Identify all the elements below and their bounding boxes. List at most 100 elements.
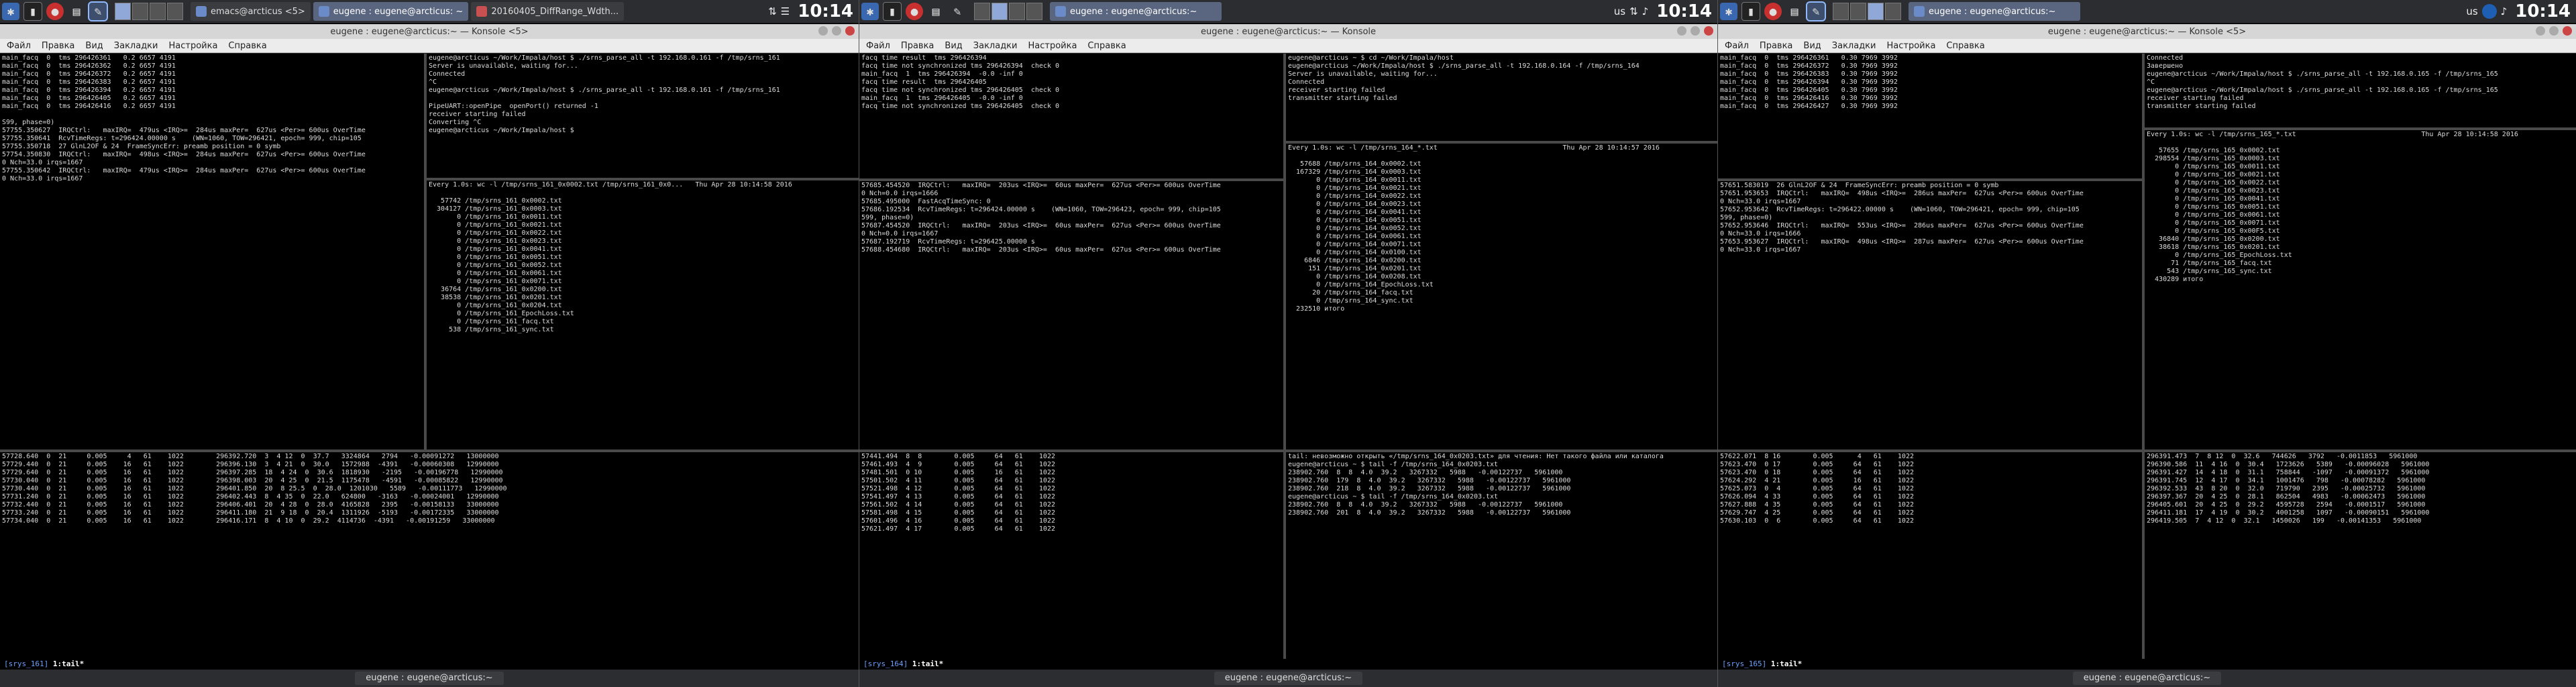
pane-bottom-left[interactable]: 57622.071 8 16 0.005 4 61 1022 57623.470… xyxy=(1718,452,2142,670)
bottom-task-konsole[interactable]: eugene : eugene@arcticus:~ xyxy=(2072,672,2222,685)
window-title: eugene : eugene@arcticus:~ — Konsole <5> xyxy=(2047,26,2247,37)
browser-launcher-icon[interactable]: ● xyxy=(906,3,923,20)
terminal-area[interactable]: main_facq 0 tms 296426361 0.2 6657 4191 … xyxy=(0,54,859,670)
pane-mid-left[interactable]: 57651.583019 26 GlnL2OF & 24 FrameSyncEr… xyxy=(1718,181,2142,450)
keyboard-layout[interactable]: us xyxy=(2466,5,2477,17)
minimize-icon[interactable] xyxy=(818,26,828,36)
task-konsole[interactable]: eugene : eugene@arcticus: ~ xyxy=(313,2,469,21)
clock[interactable]: 10:14 xyxy=(2515,1,2571,21)
desktop-pager[interactable] xyxy=(1832,3,1902,20)
close-icon[interactable] xyxy=(2563,26,2572,36)
bottom-task-konsole[interactable]: eugene : eugene@arcticus:~ xyxy=(355,672,504,685)
system-tray: ⇅ ☰ 10:14 xyxy=(768,1,859,21)
pane-watch-wc[interactable]: Every 1.0s: wc -l /tmp/srns_165_*.txt Th… xyxy=(2145,130,2576,450)
menu-settings[interactable]: Настройка xyxy=(1886,41,1935,51)
menu-help[interactable]: Справка xyxy=(1946,41,1984,51)
task-emacs[interactable]: emacs@arcticus <5> xyxy=(191,2,311,21)
pane-mid-left[interactable]: 57685.454520 IRQCtrl: maxIRQ= 203us <IRQ… xyxy=(859,181,1283,450)
close-icon[interactable] xyxy=(1704,26,1713,36)
menu-help[interactable]: Справка xyxy=(228,41,266,51)
network-icon[interactable]: ⇅ xyxy=(1629,5,1638,17)
desktop-pager[interactable] xyxy=(114,3,184,20)
window-titlebar[interactable]: eugene : eugene@arcticus:~ — Konsole <5> xyxy=(1718,24,2576,39)
window-title: eugene : eugene@arcticus:~ — Konsole xyxy=(1200,26,1377,37)
pane-bottom-left[interactable]: 57441.494 8 8 0.005 64 61 1022 57461.493… xyxy=(859,452,1283,670)
menu-settings[interactable]: Настройка xyxy=(1028,41,1077,51)
files-launcher-icon[interactable]: ▤ xyxy=(68,3,85,20)
pane-top-left[interactable]: main_facq 0 tms 296426361 0.30 7969 3992… xyxy=(1718,54,2142,178)
pane-bottom-right[interactable]: tail: невозможно открыть «/tmp/srns_164_… xyxy=(1286,452,1717,670)
kde-menu-icon[interactable]: ✱ xyxy=(861,3,879,20)
window-tab[interactable]: 1:tail* xyxy=(912,659,943,668)
pane-bottom[interactable]: 57728.640 0 21 0.005 4 61 1022 296392.72… xyxy=(0,452,859,670)
menu-file[interactable]: Файл xyxy=(1725,41,1749,51)
files-launcher-icon[interactable]: ▤ xyxy=(1786,3,1803,20)
task-document[interactable]: 20160405_DiffRange_Wdth... xyxy=(471,2,625,21)
terminal-area[interactable]: main_facq 0 tms 296426361 0.30 7969 3992… xyxy=(1718,54,2576,670)
minimize-icon[interactable] xyxy=(1677,26,1686,36)
pane-top-right[interactable]: eugene@arcticus ~ $ cd ~/Work/Impala/hos… xyxy=(1286,54,1717,141)
menu-edit[interactable]: Правка xyxy=(42,41,74,51)
menu-bar: Файл Правка Вид Закладки Настройка Справ… xyxy=(1718,39,2576,53)
task-konsole[interactable]: eugene : eugene@arcticus:~ xyxy=(1050,2,1222,21)
pane-top-right[interactable]: Connected Завершено eugene@arcticus ~/Wo… xyxy=(2145,54,2576,127)
bottom-task-konsole[interactable]: eugene : eugene@arcticus:~ xyxy=(1214,672,1363,685)
notification-icon[interactable]: ☰ xyxy=(781,5,790,17)
menu-bookmarks[interactable]: Закладки xyxy=(973,41,1018,51)
volume-icon[interactable]: ♪ xyxy=(1642,5,1649,17)
menu-file[interactable]: Файл xyxy=(7,41,31,51)
network-icon[interactable]: ⇅ xyxy=(768,5,777,17)
menu-view[interactable]: Вид xyxy=(945,41,962,51)
terminal-launcher-icon[interactable]: ▮ xyxy=(883,2,902,21)
clock[interactable]: 10:14 xyxy=(1656,1,1712,21)
editor-launcher-icon[interactable]: ✎ xyxy=(88,1,108,21)
window-tab[interactable]: 1:tail* xyxy=(53,659,84,668)
pane-bottom-right[interactable]: 296391.473 7 8 12 0 32.6 744626 3792 -0.… xyxy=(2145,452,2576,670)
task-konsole[interactable]: eugene : eugene@arcticus:~ xyxy=(1909,2,2080,21)
menu-settings[interactable]: Настройка xyxy=(168,41,217,51)
system-tray: us ⇅ ♪ 10:14 xyxy=(1614,1,1717,21)
tmux-status-bar: [srys_161] 1:tail* xyxy=(0,659,859,670)
volume-icon[interactable]: ♪ xyxy=(2501,5,2508,17)
session-name: [srys_164] xyxy=(863,659,908,668)
pane-watch-wc[interactable]: Every 1.0s: wc -l /tmp/srns_161_0x0002.t… xyxy=(427,180,859,450)
keyboard-layout[interactable]: us xyxy=(1614,5,1625,17)
menu-file[interactable]: Файл xyxy=(866,41,890,51)
desktop-pager[interactable] xyxy=(973,3,1043,20)
pane-watch-wc[interactable]: Every 1.0s: wc -l /tmp/srns_164_*.txt Th… xyxy=(1286,144,1717,450)
browser-launcher-icon[interactable]: ● xyxy=(46,3,64,20)
window-titlebar[interactable]: eugene : eugene@arcticus:~ — Konsole xyxy=(859,24,1717,39)
clock[interactable]: 10:14 xyxy=(798,1,853,21)
editor-launcher-icon[interactable]: ✎ xyxy=(949,3,966,20)
menu-view[interactable]: Вид xyxy=(85,41,103,51)
maximize-icon[interactable] xyxy=(1690,26,1700,36)
terminal-area[interactable]: facq time result tms 296426394 facq time… xyxy=(859,54,1717,670)
minimize-icon[interactable] xyxy=(2536,26,2545,36)
konsole-window: eugene : eugene@arcticus:~ — Konsole <5>… xyxy=(1718,24,2576,670)
menu-bookmarks[interactable]: Закладки xyxy=(114,41,158,51)
editor-launcher-icon[interactable]: ✎ xyxy=(1806,1,1826,21)
top-panel: ✱ ▮ ● ▤ ✎ emacs@arcticus <5> eugene : eu… xyxy=(0,0,859,23)
pane-top-left[interactable]: facq time result tms 296426394 facq time… xyxy=(859,54,1283,178)
bottom-taskbar: eugene : eugene@arcticus:~ xyxy=(0,670,859,687)
pane-top-right[interactable]: eugene@arcticus ~/Work/Impala/host $ ./s… xyxy=(427,54,859,178)
files-launcher-icon[interactable]: ▤ xyxy=(927,3,945,20)
maximize-icon[interactable] xyxy=(832,26,841,36)
menu-edit[interactable]: Правка xyxy=(1760,41,1792,51)
emacs-icon xyxy=(196,6,207,17)
pane-top-left[interactable]: main_facq 0 tms 296426361 0.2 6657 4191 … xyxy=(0,54,424,450)
menu-view[interactable]: Вид xyxy=(1803,41,1821,51)
menu-edit[interactable]: Правка xyxy=(901,41,934,51)
window-tab[interactable]: 1:tail* xyxy=(1771,659,1802,668)
terminal-launcher-icon[interactable]: ▮ xyxy=(23,2,42,21)
kde-menu-icon[interactable]: ✱ xyxy=(1720,3,1737,20)
window-titlebar[interactable]: eugene : eugene@arcticus:~ — Konsole <5> xyxy=(0,24,859,39)
menu-help[interactable]: Справка xyxy=(1087,41,1126,51)
kde-menu-icon[interactable]: ✱ xyxy=(2,3,19,20)
maximize-icon[interactable] xyxy=(2549,26,2559,36)
close-icon[interactable] xyxy=(845,26,855,36)
terminal-launcher-icon[interactable]: ▮ xyxy=(1741,2,1760,21)
menu-bookmarks[interactable]: Закладки xyxy=(1832,41,1876,51)
browser-launcher-icon[interactable]: ● xyxy=(1764,3,1782,20)
hp-printer-icon[interactable] xyxy=(2481,4,2497,19)
